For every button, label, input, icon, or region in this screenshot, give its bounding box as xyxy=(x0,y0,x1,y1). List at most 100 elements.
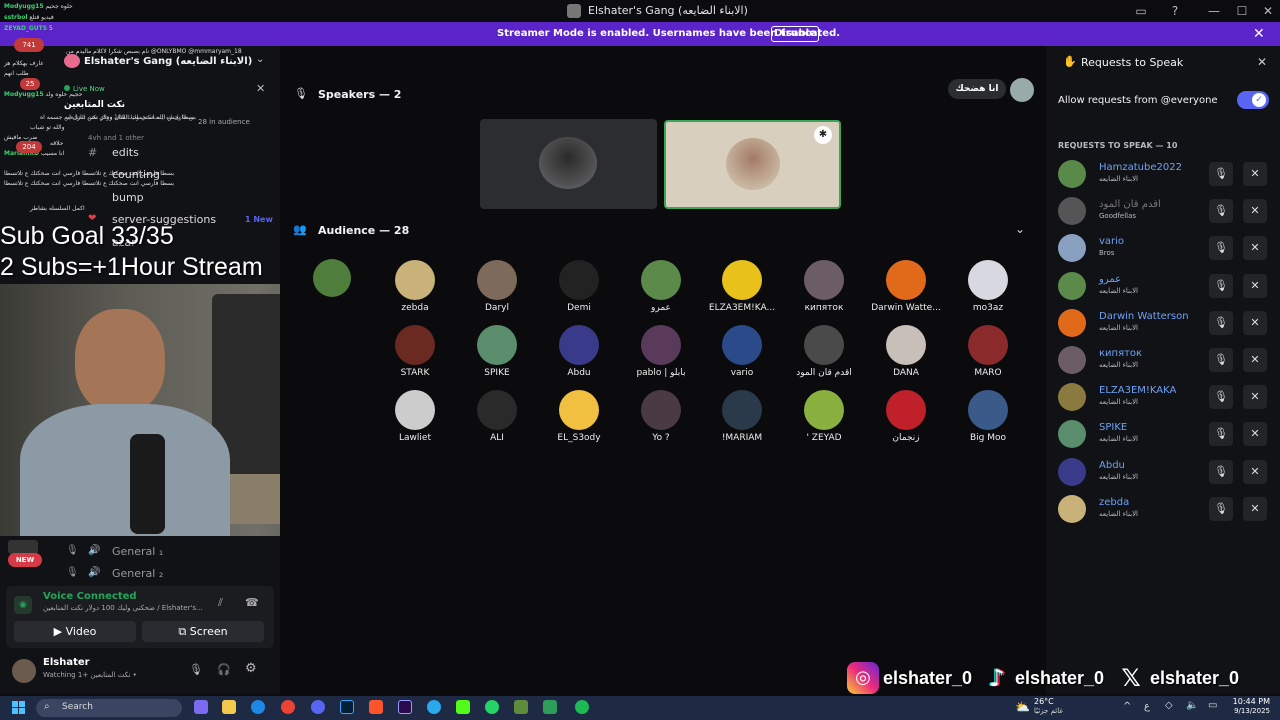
request-name[interactable]: Abdu xyxy=(1099,460,1125,471)
dismiss-request-icon[interactable]: ✕ xyxy=(1243,310,1267,335)
chrome-icon[interactable] xyxy=(281,700,295,714)
invite-to-speak-icon[interactable]: 🎙 xyxy=(1209,385,1233,410)
app-icon[interactable] xyxy=(543,700,557,714)
close-panel-icon[interactable]: ✕ xyxy=(1257,55,1267,69)
request-avatar[interactable] xyxy=(1058,346,1086,374)
telegram-icon[interactable] xyxy=(427,700,441,714)
dismiss-request-icon[interactable]: ✕ xyxy=(1243,459,1267,484)
invite-to-speak-icon[interactable]: 🎙 xyxy=(1209,199,1233,224)
dismiss-request-icon[interactable]: ✕ xyxy=(1243,496,1267,521)
channel-bump[interactable]: bump xyxy=(112,191,144,204)
audience-avatar[interactable] xyxy=(641,260,681,300)
help-icon[interactable]: ? xyxy=(1167,3,1183,19)
audience-avatar[interactable] xyxy=(886,260,926,300)
audience-avatar[interactable] xyxy=(804,260,844,300)
audience-avatar[interactable] xyxy=(641,325,681,365)
request-name[interactable]: عمرو xyxy=(1099,274,1121,285)
audience-avatar[interactable] xyxy=(395,260,435,300)
request-name[interactable]: zebda xyxy=(1099,497,1129,508)
audience-avatar[interactable] xyxy=(722,260,762,300)
channel-edits[interactable]: edits xyxy=(112,146,139,159)
request-avatar[interactable] xyxy=(1058,160,1086,188)
host-action-button[interactable]: انا هضحك xyxy=(948,79,1006,99)
user-avatar[interactable] xyxy=(12,659,36,683)
audience-avatar[interactable] xyxy=(559,325,599,365)
brave-icon[interactable] xyxy=(369,700,383,714)
taskbar-search[interactable]: ⌕ Search xyxy=(36,699,182,717)
weather-temp[interactable]: 26°C xyxy=(1034,697,1054,706)
weather-icon[interactable]: ⛅ xyxy=(1015,700,1030,714)
voice-status[interactable]: Voice Connected xyxy=(43,591,137,602)
noise-suppression-icon[interactable]: ⫽ xyxy=(218,596,223,610)
invite-to-speak-icon[interactable]: 🎙 xyxy=(1209,236,1233,261)
voice-channel-path[interactable]: ضحكني وليك 100 دولار نكت المتابعين / Els… xyxy=(43,604,213,612)
audience-avatar[interactable] xyxy=(559,260,599,300)
audience-avatar[interactable] xyxy=(477,390,517,430)
dismiss-request-icon[interactable]: ✕ xyxy=(1243,236,1267,261)
request-avatar[interactable] xyxy=(1058,383,1086,412)
audience-avatar[interactable] xyxy=(477,325,517,365)
audience-avatar[interactable] xyxy=(968,390,1008,430)
audience-avatar[interactable] xyxy=(722,390,762,430)
minecraft-icon[interactable] xyxy=(514,700,528,714)
speaker-tile-speaking[interactable]: ✱ xyxy=(664,120,841,209)
dismiss-request-icon[interactable]: ✕ xyxy=(1243,385,1267,410)
audience-avatar[interactable] xyxy=(722,325,762,365)
dismiss-request-icon[interactable]: ✕ xyxy=(1243,199,1267,224)
voice-channel-general-2[interactable]: General ₂ xyxy=(112,567,163,580)
dismiss-request-icon[interactable]: ✕ xyxy=(1243,422,1267,447)
video-button[interactable]: ▶ Video xyxy=(14,621,136,642)
invite-to-speak-icon[interactable]: 🎙 xyxy=(1209,496,1233,521)
request-name[interactable]: vario xyxy=(1099,236,1124,247)
headphones-icon[interactable]: 🎧 xyxy=(217,663,231,676)
dismiss-request-icon[interactable]: ✕ xyxy=(1243,348,1267,372)
signal-icon[interactable]: ◉ xyxy=(14,596,32,614)
allow-requests-toggle[interactable]: ✓ xyxy=(1237,91,1269,109)
screen-button[interactable]: ⧉ Screen xyxy=(142,621,264,642)
dismiss-request-icon[interactable]: ✕ xyxy=(1243,162,1267,186)
clock-time[interactable]: 10:44 PM xyxy=(1232,697,1270,706)
request-avatar[interactable] xyxy=(1058,308,1086,337)
minimize-button[interactable]: — xyxy=(1206,3,1222,19)
discord-icon[interactable] xyxy=(311,700,325,714)
request-name[interactable]: اقدم قان المود xyxy=(1099,199,1161,210)
request-name[interactable]: Hamzatube2022 xyxy=(1099,162,1182,173)
audience-avatar[interactable] xyxy=(886,390,926,430)
audience-avatar[interactable] xyxy=(313,259,351,297)
request-name[interactable]: ELZA3EM!KAKA xyxy=(1099,385,1176,396)
file-explorer-icon[interactable] xyxy=(222,700,236,714)
inbox-icon[interactable]: ▭ xyxy=(1133,3,1149,19)
audience-avatar[interactable] xyxy=(886,325,926,365)
collapse-chevron-icon[interactable]: ⌄ xyxy=(1015,222,1025,236)
audience-avatar[interactable] xyxy=(395,325,435,365)
request-avatar[interactable] xyxy=(1058,494,1086,523)
clock-date[interactable]: 9/13/2025 xyxy=(1226,707,1270,715)
photoshop-icon[interactable] xyxy=(340,700,354,714)
host-avatar[interactable] xyxy=(1010,78,1034,102)
invite-to-speak-icon[interactable]: 🎙 xyxy=(1209,459,1233,484)
language-indicator[interactable]: ع xyxy=(1144,701,1150,712)
audience-avatar[interactable] xyxy=(559,390,599,430)
invite-to-speak-icon[interactable]: 🎙 xyxy=(1209,348,1233,372)
volume-icon[interactable]: 🔈 xyxy=(1186,700,1198,711)
channel-counting[interactable]: counting xyxy=(112,168,160,181)
close-window-button[interactable]: ✕ xyxy=(1260,3,1276,19)
spotify-icon[interactable] xyxy=(575,700,589,714)
weather-desc[interactable]: غائم جزئيًا xyxy=(1034,707,1063,715)
request-name[interactable]: SPIKE xyxy=(1099,422,1127,433)
invite-to-speak-icon[interactable]: 🎙 xyxy=(1209,422,1233,447)
mic-icon[interactable]: 🎙 xyxy=(189,663,203,676)
whatsapp-icon[interactable] xyxy=(485,700,499,714)
request-avatar[interactable] xyxy=(1058,197,1086,226)
copilot-icon[interactable] xyxy=(194,700,208,714)
audience-avatar[interactable] xyxy=(641,390,681,430)
edge-icon[interactable] xyxy=(251,700,265,714)
audience-avatar[interactable] xyxy=(395,390,435,430)
disable-button[interactable]: Disable xyxy=(771,26,819,42)
premiere-icon[interactable] xyxy=(398,700,412,714)
kick-icon[interactable] xyxy=(456,700,470,714)
invite-to-speak-icon[interactable]: 🎙 xyxy=(1209,162,1233,186)
windows-start-icon[interactable] xyxy=(12,701,26,715)
audience-avatar[interactable] xyxy=(477,260,517,300)
settings-gear-icon[interactable]: ⚙ xyxy=(245,661,257,676)
